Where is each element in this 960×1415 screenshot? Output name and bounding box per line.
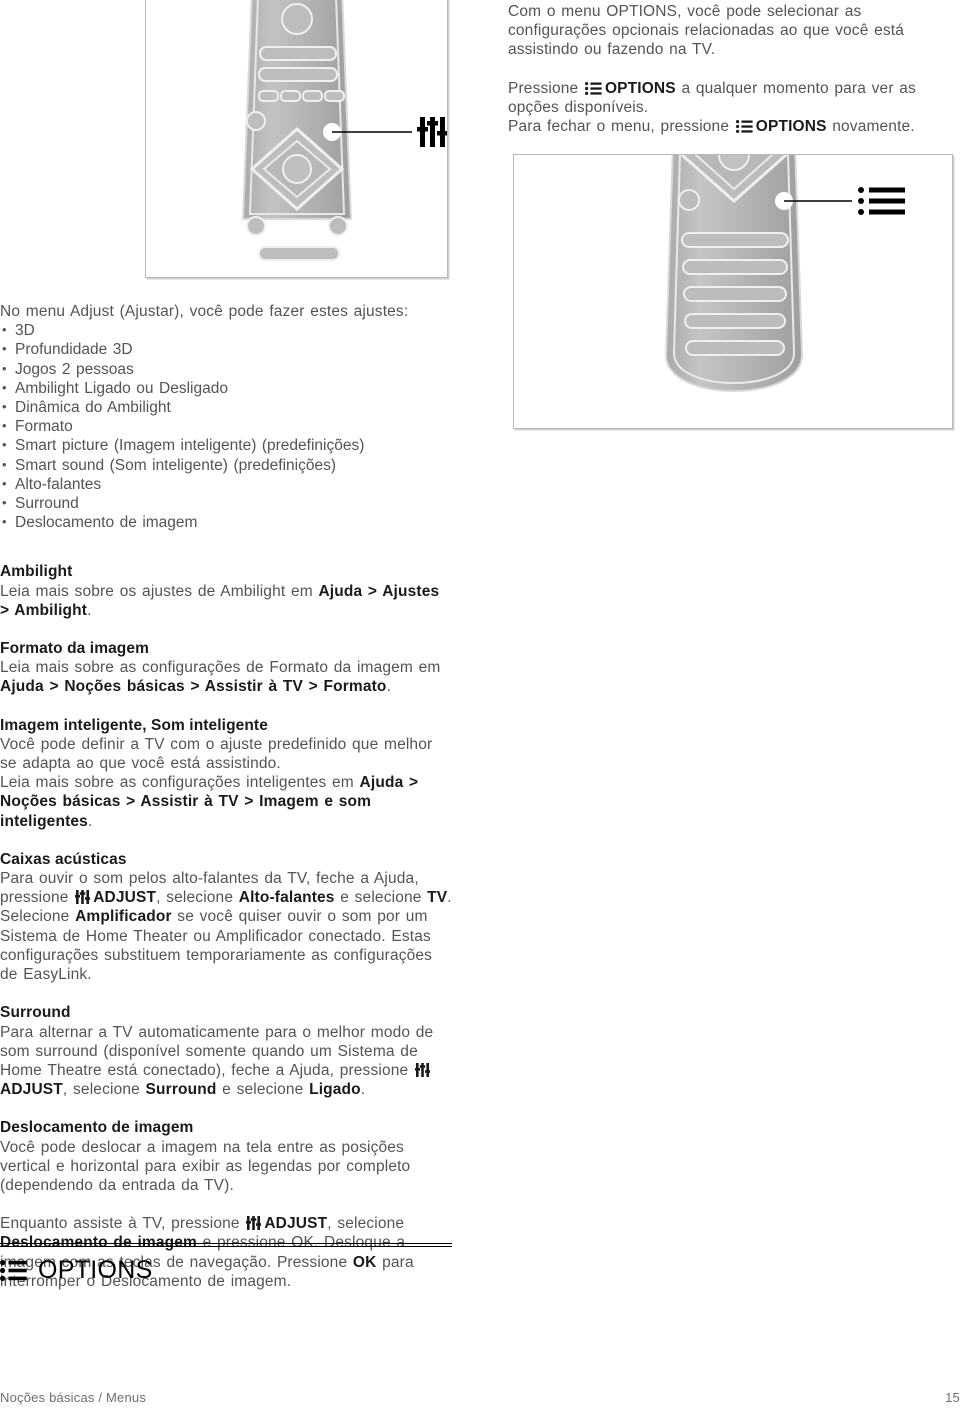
adjust-sliders-icon — [75, 890, 91, 905]
section-body-smart-2: Leia mais sobre as configurações intelig… — [0, 773, 452, 831]
options-title-row: OPTIONS — [0, 1256, 452, 1285]
section-surround: Surround Para alternar a TV automaticame… — [0, 1003, 452, 1099]
surround-body-2: , selecione — [62, 1081, 146, 1099]
intro-p2-options-label: OPTIONS — [604, 79, 676, 97]
intro-paragraph-1: Com o menu OPTIONS, você pode selecionar… — [508, 3, 905, 59]
section-body-ambilight: Leia mais sobre os ajustes de Ambilight … — [0, 582, 452, 620]
deslocamento-adjust-label: ADJUST — [264, 1215, 328, 1233]
section-heading-caixas: Caixas acústicas — [0, 850, 127, 868]
adjust-list-intro: No menu Adjust (Ajustar), você pode faze… — [0, 303, 409, 320]
formato-body-text: Leia mais sobre as configurações de Form… — [0, 659, 441, 677]
options-chapter-title: OPTIONS — [38, 1256, 153, 1284]
surround-body-3: e selecione — [216, 1081, 310, 1099]
caixas-body-2: , selecione — [156, 889, 239, 907]
intro-p2-before: Pressione — [508, 79, 579, 97]
list-item: Surround — [0, 493, 452, 513]
adjust-sliders-icon — [417, 117, 447, 147]
intro-p3-options-label: OPTIONS — [755, 118, 827, 136]
intro-p3-before: Para fechar o menu, pressione — [508, 118, 730, 136]
remote-options-illustration — [664, 155, 905, 392]
section-body-surround: Para alternar a TV automaticamente para … — [0, 1023, 452, 1100]
adjust-sliders-icon — [414, 1062, 430, 1077]
section-heading-deslocamento: Deslocamento de imagem — [0, 1119, 194, 1137]
section-ambilight: Ambilight Leia mais sobre os ajustes de … — [0, 562, 452, 620]
surround-bold-ligado: Ligado — [309, 1081, 361, 1099]
surround-adjust-label: ADJUST — [0, 1081, 63, 1099]
caixas-bold-tv: TV — [427, 889, 448, 907]
figure-remote-adjust — [145, 0, 448, 278]
left-content-column: No menu Adjust (Ajustar), você pode faze… — [0, 302, 452, 1291]
adjust-options-list: 3D Profundidade 3D Jogos 2 pessoas Ambil… — [0, 320, 452, 532]
intro-text-block: Com o menu OPTIONS, você pode selecionar… — [508, 2, 960, 136]
list-item: Profundidade 3D — [0, 339, 452, 359]
formato-path-bold: Ajuda > Noções básicas > Assistir à TV >… — [0, 678, 387, 696]
section-heading-smart: Imagem inteligente, Som inteligente — [0, 716, 268, 734]
list-item: Dinâmica do Ambilight — [0, 397, 452, 417]
section-heading-ambilight: Ambilight — [0, 563, 73, 581]
options-list-icon — [584, 81, 602, 95]
list-item: Alto-falantes — [0, 474, 452, 494]
list-item: Jogos 2 pessoas — [0, 359, 452, 379]
section-caixas-acusticas: Caixas acústicas Para ouvir o som pelos … — [0, 850, 452, 984]
page-footer: Noções básicas / Menus 15 — [0, 1390, 960, 1405]
ambilight-body-text: Leia mais sobre os ajustes de Ambilight … — [0, 582, 319, 600]
intro-p3-after: novamente. — [832, 118, 915, 136]
footer-breadcrumb: Noções básicas / Menus — [0, 1390, 147, 1405]
options-list-icon — [735, 120, 753, 134]
options-list-icon — [858, 187, 905, 215]
section-smart: Imagem inteligente, Som inteligente Você… — [0, 716, 452, 831]
list-item: Ambilight Ligado ou Desligado — [0, 378, 452, 398]
section-body-formato: Leia mais sobre as configurações de Form… — [0, 658, 452, 696]
remote-adjust-illustration — [241, 0, 447, 261]
surround-body-1: Para alternar a TV automaticamente para … — [0, 1023, 434, 1079]
ambilight-body-end: . — [87, 601, 92, 619]
section-formato: Formato da imagem Leia mais sobre as con… — [0, 639, 452, 697]
list-item: Deslocamento de imagem — [0, 512, 452, 532]
list-item: Smart picture (Imagem inteligente) (pred… — [0, 435, 452, 455]
options-list-icon — [0, 1260, 27, 1281]
deslocamento-body-3: , selecione — [327, 1215, 405, 1233]
intro-paragraph-2: Pressione OPTIONS a qualquer momento par… — [508, 79, 960, 117]
section-heading-formato: Formato da imagem — [0, 640, 149, 658]
divider-rule-top — [0, 1243, 452, 1244]
divider-rule-bottom — [0, 1246, 452, 1247]
footer-page-number: 15 — [945, 1390, 960, 1405]
section-heading-surround: Surround — [0, 1004, 71, 1022]
surround-bold-surround: Surround — [145, 1081, 217, 1099]
caixas-body-3: e selecione — [334, 889, 428, 907]
options-chapter-header: OPTIONS — [0, 1243, 452, 1285]
section-body-smart-1: Você pode definir a TV com o ajuste pred… — [0, 735, 433, 773]
caixas-bold-amplificador: Amplificador — [75, 908, 172, 926]
smart-body-end: . — [87, 812, 93, 830]
intro-paragraph-3: Para fechar o menu, pressione OPTIONS no… — [508, 117, 960, 136]
caixas-adjust-label: ADJUST — [93, 889, 157, 907]
section-body-deslocamento-1: Você pode deslocar a imagem na tela entr… — [0, 1138, 411, 1194]
list-item: Formato — [0, 416, 452, 436]
figure-remote-options — [513, 154, 953, 429]
section-body-caixas: Para ouvir o som pelos alto-falantes da … — [0, 869, 452, 984]
surround-body-4: . — [360, 1081, 366, 1099]
formato-body-end: . — [386, 678, 392, 696]
smart-body-text: Leia mais sobre as configurações intelig… — [0, 774, 360, 792]
caixas-bold-alto-falantes: Alto-falantes — [238, 889, 335, 907]
deslocamento-body-2: Enquanto assiste à TV, pressione — [0, 1215, 246, 1233]
adjust-sliders-icon — [246, 1216, 262, 1231]
list-item: 3D — [0, 320, 452, 340]
list-item: Smart sound (Som inteligente) (predefini… — [0, 455, 452, 475]
